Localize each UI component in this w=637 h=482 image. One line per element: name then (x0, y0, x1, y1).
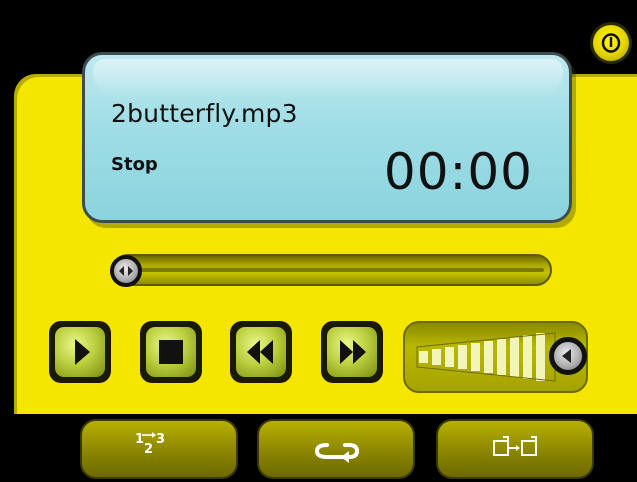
switch-view-icon (493, 436, 537, 456)
stop-icon (159, 340, 183, 364)
knob-grip-icon (119, 266, 133, 276)
fast-forward-icon (340, 340, 366, 364)
playback-status: Stop (111, 154, 158, 175)
progress-groove (124, 268, 544, 272)
svg-text:2: 2 (144, 442, 153, 457)
shuffle-icon: 1 2 3 (135, 432, 165, 457)
svg-text:3: 3 (156, 432, 165, 447)
rewind-icon (247, 340, 273, 364)
lcd-glare (93, 59, 563, 99)
track-name: 2butterfly.mp3 (111, 99, 298, 128)
power-icon (601, 33, 621, 53)
repeat-button[interactable] (257, 419, 415, 479)
speaker-icon (562, 349, 571, 363)
volume-knob[interactable] (549, 337, 587, 375)
switch-view-button[interactable] (436, 419, 594, 479)
play-button[interactable] (49, 321, 111, 383)
play-icon (75, 339, 90, 365)
time-counter: 00:00 (383, 143, 533, 201)
fast-forward-button[interactable] (321, 321, 383, 383)
progress-knob[interactable] (110, 255, 142, 287)
stop-button[interactable] (140, 321, 202, 383)
repeat-icon (314, 443, 360, 463)
shuffle-button[interactable]: 1 2 3 (80, 419, 238, 479)
rewind-button[interactable] (230, 321, 292, 383)
power-button[interactable] (590, 22, 632, 64)
lcd-display: 2butterfly.mp3 Stop 00:00 (82, 52, 572, 223)
